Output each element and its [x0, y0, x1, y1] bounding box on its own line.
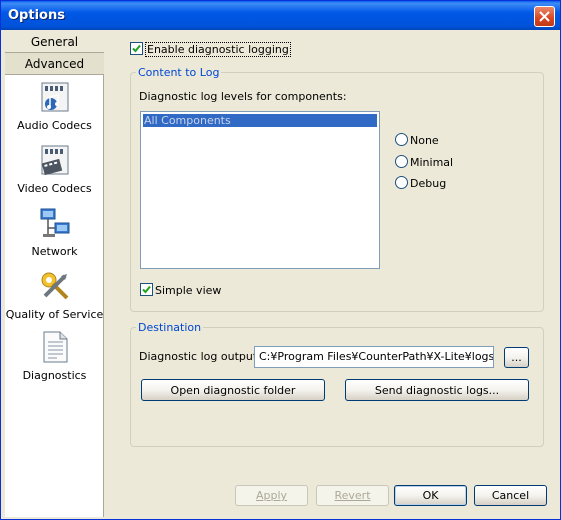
log-output-field[interactable]: C:¥Program Files¥CounterPath¥X-Lite¥logs: [254, 346, 494, 368]
tab-advanced[interactable]: Advanced: [5, 53, 104, 75]
network-icon: [40, 208, 69, 237]
tab-general-label: General: [30, 34, 79, 49]
log-output-label: Diagnostic log output: [139, 350, 258, 363]
level-minimal-radio[interactable]: [395, 155, 408, 168]
sidebar-item-label: Diagnostics: [22, 369, 87, 382]
sidebar-item-audio-codecs[interactable]: Audio Codecs: [5, 81, 104, 132]
simple-view-label[interactable]: Simple view: [155, 284, 221, 297]
diagnostics-panel: Enable diagnostic logging Content to Log…: [105, 31, 560, 517]
close-button[interactable]: [534, 6, 555, 27]
open-folder-button[interactable]: Open diagnostic folder: [141, 379, 325, 401]
window-title: Options: [8, 8, 65, 23]
tab-general[interactable]: General: [5, 31, 104, 53]
components-list[interactable]: All Components: [140, 111, 380, 269]
sidebar-item-label: Network: [31, 245, 78, 258]
apply-button[interactable]: Apply: [235, 485, 308, 506]
ok-button[interactable]: OK: [394, 485, 467, 506]
destination-title: Destination: [136, 321, 204, 334]
checkmark-icon: [132, 44, 141, 53]
sidebar-item-video-codecs[interactable]: Video Codecs: [5, 144, 104, 195]
sidebar-item-network[interactable]: Network: [5, 207, 104, 258]
title-bar[interactable]: Options: [1, 1, 560, 30]
checkmark-icon: [142, 285, 151, 294]
video-codecs-icon: [41, 145, 68, 176]
sidebar-item-label: Video Codecs: [17, 182, 92, 195]
content-to-log-title: Content to Log: [136, 66, 222, 79]
sidebar-item-qos[interactable]: Quality of Service: [5, 270, 104, 321]
tab-advanced-label: Advanced: [24, 56, 85, 71]
close-icon: [539, 11, 550, 22]
level-minimal-label: Minimal: [410, 156, 454, 169]
revert-button[interactable]: Revert: [316, 485, 389, 506]
apply-label: Apply: [255, 489, 288, 502]
level-none-radio[interactable]: [395, 133, 408, 146]
sidebar-item-label: Audio Codecs: [17, 119, 92, 132]
list-item[interactable]: All Components: [143, 114, 377, 127]
cancel-button[interactable]: Cancel: [474, 485, 547, 506]
qos-icon: [41, 272, 68, 300]
log-levels-label: Diagnostic log levels for components:: [139, 90, 347, 103]
sidebar-item-label: Quality of Service: [5, 308, 104, 321]
level-debug-label: Debug: [410, 177, 447, 190]
audio-codecs-icon: [41, 82, 68, 112]
sidebar-item-diagnostics[interactable]: Diagnostics: [5, 331, 104, 382]
enable-logging-checkbox[interactable]: [130, 42, 143, 55]
diagnostics-icon: [43, 331, 67, 363]
browse-button[interactable]: ...: [504, 347, 529, 368]
enable-logging-label[interactable]: Enable diagnostic logging: [145, 42, 291, 57]
simple-view-checkbox[interactable]: [140, 283, 153, 296]
sidebar: General Advanced Audio Codecs Video Code…: [5, 31, 104, 517]
revert-label: Revert: [334, 489, 371, 502]
options-window: Options General Advanced Audio Codecs Vi…: [0, 0, 561, 520]
level-debug-radio[interactable]: [395, 176, 408, 189]
send-logs-button[interactable]: Send diagnostic logs...: [345, 379, 529, 401]
level-none-label: None: [410, 134, 439, 147]
